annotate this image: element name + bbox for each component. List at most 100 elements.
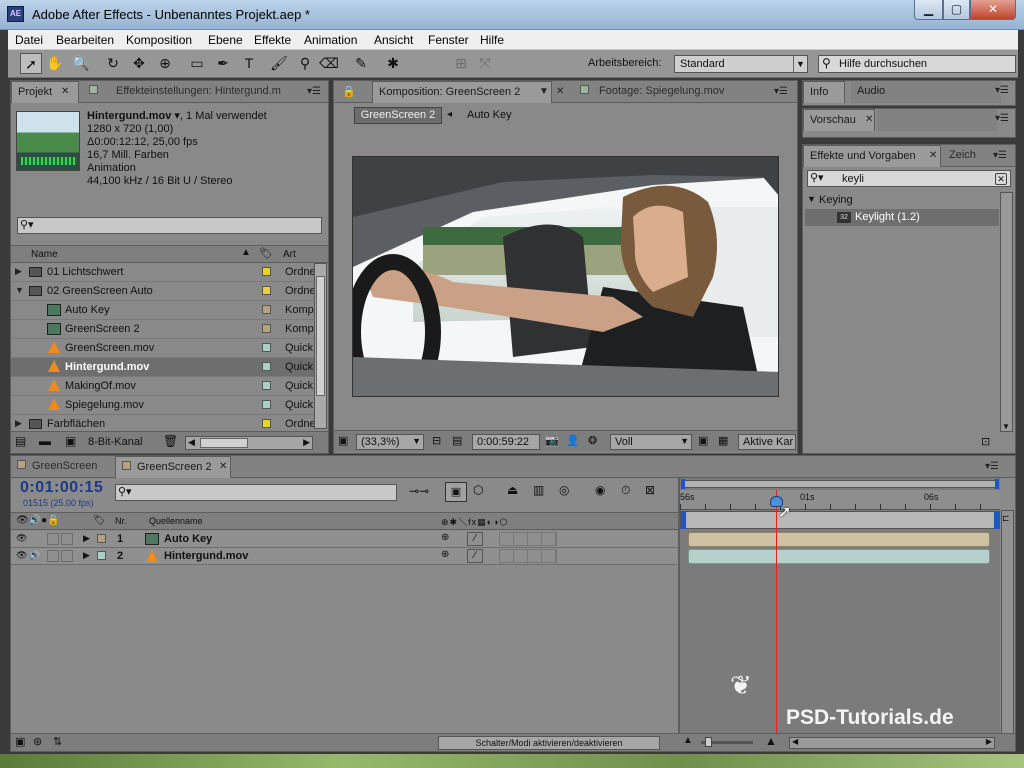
lock-toggle[interactable] <box>61 533 73 545</box>
list-item[interactable]: Auto Key Komp <box>11 301 314 320</box>
scrollbar-thumb[interactable] <box>316 276 325 396</box>
time-navigator[interactable] <box>681 479 999 489</box>
column-type[interactable]: Art <box>283 249 296 260</box>
rectangle-tool-icon[interactable]: ▭ <box>186 53 208 74</box>
label-swatch[interactable] <box>262 343 271 352</box>
new-composition-icon[interactable]: ▣ <box>65 434 76 448</box>
tab-footage[interactable]: Footage: Spiegelung.mov <box>574 81 774 103</box>
tab-effects-presets[interactable]: Effekte und Vorgaben <box>803 145 941 167</box>
chevron-down-icon[interactable]: ▼ <box>539 86 549 97</box>
menu-datei[interactable]: Datei <box>15 33 43 47</box>
timeline-scrollbar[interactable]: ⊏ <box>1001 510 1014 734</box>
zoom-slider-thumb[interactable] <box>705 737 712 747</box>
close-icon[interactable]: ✕ <box>929 150 937 161</box>
scrollbar-thumb[interactable] <box>200 438 248 448</box>
list-item-selected[interactable]: Hintergund.mov Quick <box>11 358 314 377</box>
horizontal-scrollbar[interactable]: ◀ ▶ <box>185 436 313 450</box>
roto-brush-tool-icon[interactable]: ✎ <box>350 53 372 74</box>
new-folder-icon[interactable]: ▬ <box>39 434 51 448</box>
list-item[interactable]: GreenScreen 2 Komp <box>11 320 314 339</box>
panel-menu-icon[interactable]: ▾☰ <box>774 86 788 97</box>
magnification-select[interactable]: (33,3%) ▼ <box>356 434 424 450</box>
navigator-start-handle[interactable] <box>681 479 685 489</box>
menu-fenster[interactable]: Fenster <box>428 33 469 47</box>
shy-switch-icon[interactable]: ⊕ <box>441 549 449 560</box>
panel-menu-icon[interactable]: ▾☰ <box>307 86 321 97</box>
pen-tool-icon[interactable]: ✒ <box>212 53 234 74</box>
new-animation-preset-icon[interactable]: ⊡ <box>981 435 990 448</box>
close-icon[interactable]: ✕ <box>61 86 69 97</box>
region-of-interest-icon[interactable]: ▣ <box>698 434 708 447</box>
navigator-end-handle[interactable] <box>995 479 999 489</box>
column-name[interactable]: Name <box>31 249 58 260</box>
label-swatch[interactable] <box>262 324 271 333</box>
bit-depth-label[interactable]: 8-Bit-Kanal <box>88 436 142 448</box>
zoom-out-icon[interactable]: ▲ <box>683 735 693 746</box>
label-tag-icon[interactable]: 🏷 <box>93 515 106 526</box>
eye-icon[interactable]: 👁 <box>16 533 27 544</box>
label-swatch[interactable] <box>97 534 106 543</box>
eye-icon[interactable]: 👁 <box>16 550 27 561</box>
list-item[interactable]: ▼ 02 GreenScreen Auto Ordne <box>11 282 314 301</box>
scroll-left-icon[interactable]: ◀ <box>792 737 798 746</box>
always-preview-icon[interactable]: ▣ <box>338 434 348 447</box>
panel-menu-icon[interactable]: ▾☰ <box>985 461 999 472</box>
list-item[interactable]: GreenScreen.mov Quick <box>11 339 314 358</box>
work-area-bar[interactable] <box>680 511 1000 529</box>
time-ruler[interactable]: 56s 01s 06s <box>680 490 1000 510</box>
menu-bearbeiten[interactable]: Bearbeiten <box>56 33 114 47</box>
playhead-line[interactable] <box>776 490 777 734</box>
tab-character[interactable]: Zeich <box>943 145 983 167</box>
effects-scrollbar[interactable]: ▼ <box>1000 192 1013 432</box>
layer-switches[interactable] <box>499 532 557 546</box>
zoom-tool-icon[interactable]: 🔍 <box>70 53 92 74</box>
work-area-end-handle[interactable] <box>994 511 999 529</box>
panel-menu-icon[interactable]: ▾☰ <box>995 113 1009 124</box>
menu-ansicht[interactable]: Ansicht <box>374 33 413 47</box>
tab-effect-controls[interactable]: Effekteinstellungen: Hintergund.m <box>83 81 318 103</box>
clear-search-icon[interactable]: ✕ <box>995 173 1007 185</box>
comp-button-icon[interactable]: ⊏ <box>1002 513 1010 524</box>
draft-3d-icon[interactable]: ⬡ <box>473 483 483 497</box>
transparency-grid-icon[interactable]: ▦ <box>718 434 728 447</box>
clone-stamp-tool-icon[interactable]: ⚲ <box>294 53 316 74</box>
breadcrumb-active[interactable]: GreenScreen 2 <box>354 107 442 124</box>
list-item[interactable]: ▶ 01 Lichtschwert Ordne <box>11 263 314 282</box>
eraser-tool-icon[interactable]: ⌫ <box>318 53 340 74</box>
graph-editor-icon[interactable]: ⊠ <box>645 483 655 497</box>
world-axis-icon[interactable]: ⤧ <box>474 53 496 74</box>
brainstorm-icon[interactable]: ◉ <box>595 483 605 497</box>
lock-toggle[interactable] <box>61 550 73 562</box>
menu-hilfe[interactable]: Hilfe <box>480 33 504 47</box>
table-row[interactable]: 👁 ▶ 1 Auto Key ⊕ ⁄ <box>11 531 677 548</box>
show-snapshot-icon[interactable]: 👤 <box>566 434 580 447</box>
layer-duration-bar-hintergund[interactable] <box>688 549 990 564</box>
tab-audio[interactable]: Audio <box>851 81 1001 103</box>
tab-info[interactable]: Info <box>803 81 845 103</box>
trash-icon[interactable]: 🗑 <box>163 434 178 448</box>
label-swatch[interactable] <box>262 400 271 409</box>
panel-menu-icon[interactable]: ▾☰ <box>995 85 1009 96</box>
tab-timeline-greenscreen[interactable]: GreenScreen <box>11 456 111 478</box>
expand-triangle-icon[interactable]: ▶ <box>15 418 22 429</box>
scroll-down-icon[interactable]: ▼ <box>1002 422 1010 431</box>
label-swatch[interactable] <box>262 362 271 371</box>
label-swatch[interactable] <box>97 551 106 560</box>
expand-triangle-icon[interactable]: ▶ <box>83 533 90 544</box>
breadcrumb-next[interactable]: Auto Key <box>467 109 512 121</box>
footage-name[interactable]: Hintergund.mov ▾ <box>87 110 180 122</box>
motion-blur-icon[interactable]: ◎ <box>559 483 569 497</box>
menu-effekte[interactable]: Effekte <box>254 33 291 47</box>
timeline-search-input[interactable]: ⚲▾ <box>115 484 397 501</box>
axis-mode-icon[interactable]: ⊞ <box>450 53 472 74</box>
auto-keyframe-icon[interactable]: ⏱ <box>621 483 630 498</box>
close-icon[interactable]: ✕ <box>556 86 564 97</box>
resolution-select[interactable]: Voll ▼ <box>610 434 692 450</box>
speaker-icon[interactable]: 🔊 <box>29 550 40 561</box>
label-tag-icon[interactable]: 🏷 <box>259 247 273 260</box>
minimize-button[interactable]: ▁ <box>914 0 943 20</box>
work-area-start-handle[interactable] <box>681 511 686 529</box>
label-swatch[interactable] <box>262 419 271 428</box>
rotation-tool-icon[interactable]: ↻ <box>102 53 124 74</box>
tab-composition[interactable]: Komposition: GreenScreen 2 <box>372 81 552 103</box>
